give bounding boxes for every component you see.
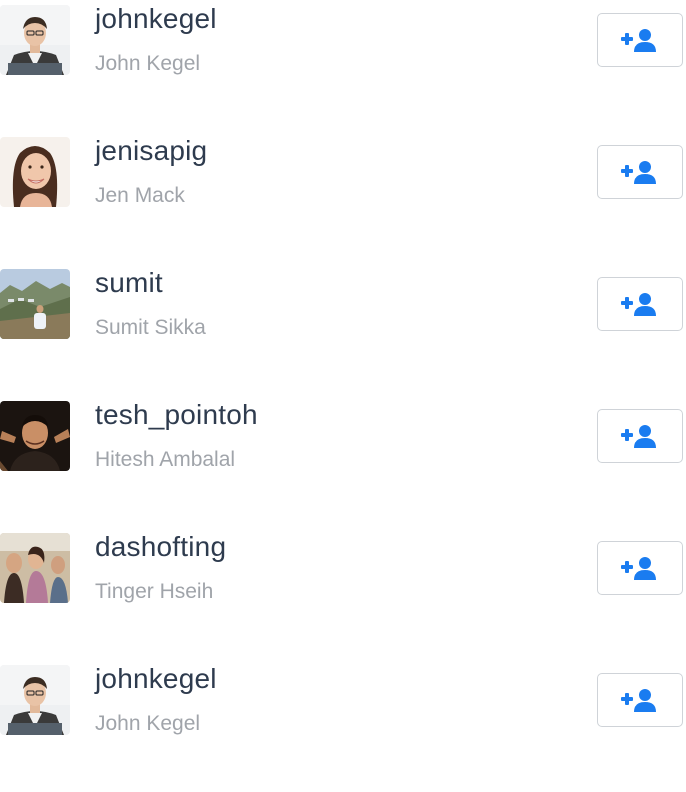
add-user-icon <box>620 291 660 317</box>
username[interactable]: tesh_pointoh <box>95 399 258 431</box>
add-user-button[interactable] <box>597 13 683 67</box>
user-row[interactable]: johnkegel John Kegel <box>0 660 686 792</box>
add-user-button[interactable] <box>597 673 683 727</box>
user-row[interactable]: tesh_pointoh Hitesh Ambalal <box>0 396 686 528</box>
user-row[interactable]: dashofting Tinger Hseih <box>0 528 686 660</box>
user-row[interactable]: sumit Sumit Sikka <box>0 264 686 396</box>
user-avatar[interactable] <box>0 5 70 75</box>
add-user-icon <box>620 27 660 53</box>
full-name: Tinger Hseih <box>95 580 214 603</box>
add-user-button[interactable] <box>597 277 683 331</box>
add-user-button[interactable] <box>597 409 683 463</box>
add-user-icon <box>620 159 660 185</box>
full-name: Jen Mack <box>95 184 185 207</box>
username[interactable]: jenisapig <box>95 135 207 167</box>
add-user-icon <box>620 687 660 713</box>
user-row[interactable]: johnkegel John Kegel <box>0 0 686 132</box>
user-avatar[interactable] <box>0 401 70 471</box>
user-avatar[interactable] <box>0 533 70 603</box>
add-user-button[interactable] <box>597 541 683 595</box>
username[interactable]: johnkegel <box>95 663 217 695</box>
username[interactable]: sumit <box>95 267 163 299</box>
add-user-icon <box>620 555 660 581</box>
add-user-button[interactable] <box>597 145 683 199</box>
full-name: Sumit Sikka <box>95 316 206 339</box>
user-avatar[interactable] <box>0 137 70 207</box>
full-name: Hitesh Ambalal <box>95 448 236 471</box>
user-avatar[interactable] <box>0 665 70 735</box>
user-avatar[interactable] <box>0 269 70 339</box>
username[interactable]: johnkegel <box>95 3 217 35</box>
username[interactable]: dashofting <box>95 531 226 563</box>
user-row[interactable]: jenisapig Jen Mack <box>0 132 686 264</box>
full-name: John Kegel <box>95 712 201 735</box>
full-name: John Kegel <box>95 52 201 75</box>
add-user-icon <box>620 423 660 449</box>
